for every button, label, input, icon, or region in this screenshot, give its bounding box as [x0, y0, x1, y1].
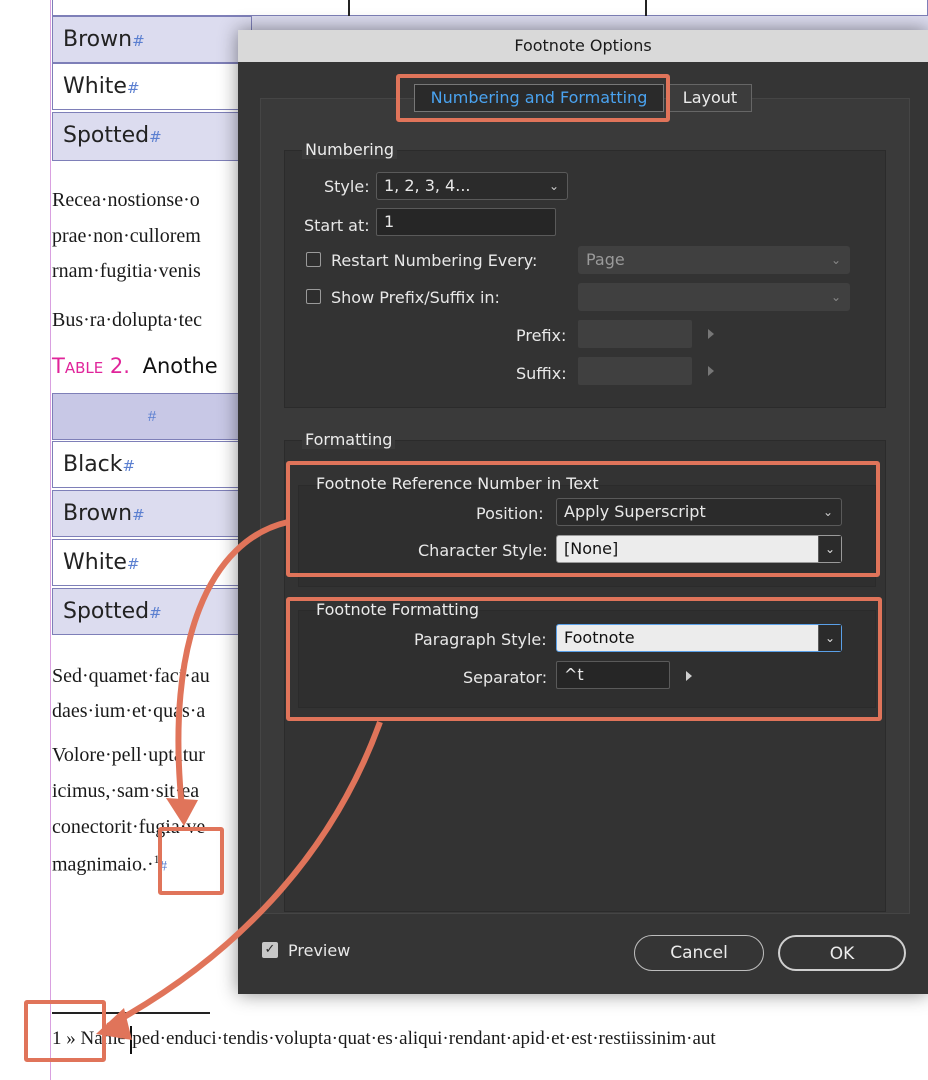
margin-guide — [50, 0, 51, 1080]
chevron-down-icon: ⌄ — [830, 290, 841, 304]
chevron-down-icon: ⌄ — [548, 179, 559, 193]
style-label: Style: — [324, 177, 370, 196]
restart-numbering-select[interactable]: Page ⌄ — [578, 246, 850, 274]
preview-label: Preview — [288, 941, 351, 960]
restart-numbering-label: Restart Numbering Every: — [331, 251, 538, 270]
table-row: Brown# — [52, 16, 252, 63]
table-row: White# — [52, 539, 252, 586]
table-caption-label: Table 2. — [52, 354, 130, 378]
numbering-section-label: Numbering — [302, 140, 398, 159]
style-select[interactable]: 1, 2, 3, 4... ⌄ — [376, 172, 568, 200]
highlight-box-reference-number — [286, 461, 880, 577]
body-text-line: magnimaio.·1# — [52, 852, 168, 876]
body-text-line: prae·non·cullorem — [52, 225, 201, 247]
formatting-section-label: Formatting — [302, 430, 396, 449]
table-caption-text: Anothe — [142, 354, 218, 378]
preview-checkbox[interactable]: ✓ — [262, 942, 278, 958]
prefix-menu-arrow-icon[interactable] — [708, 329, 714, 339]
table-top-row-remnant — [52, 0, 928, 16]
table-row: White# — [52, 63, 252, 110]
ok-button[interactable]: OK — [778, 935, 906, 971]
body-text-line: daes·ium·et·quas·a — [52, 700, 206, 722]
show-prefix-suffix-label: Show Prefix/Suffix in: — [331, 288, 500, 307]
highlight-box-tabs — [396, 74, 670, 122]
body-text-line: Sed·quamet·faci·au — [52, 665, 210, 687]
highlight-box-superscript-ref — [158, 827, 224, 895]
suffix-label: Suffix: — [516, 364, 567, 383]
footnote-text: 1 » Name·ped·enduci·tendis·volupta·quat·… — [52, 1028, 716, 1049]
body-text-line: rnam·fugitia·venis — [52, 260, 201, 282]
table-row: Brown# — [52, 490, 252, 537]
table-caption: Table 2. Anothe — [52, 354, 218, 378]
body-text-line: Bus·ra·dolupta·tec — [52, 309, 202, 331]
prefix-field[interactable] — [578, 320, 692, 348]
show-prefix-suffix-select[interactable]: ⌄ — [578, 283, 850, 311]
show-prefix-suffix-checkbox[interactable] — [306, 289, 321, 304]
tab-layout[interactable]: Layout — [668, 84, 752, 112]
highlight-box-footnote-formatting — [286, 597, 882, 721]
text-cursor — [130, 1026, 132, 1054]
highlight-box-footnote-number — [24, 1000, 106, 1062]
suffix-field[interactable] — [578, 357, 692, 385]
start-at-field[interactable]: 1 — [376, 208, 556, 236]
body-text-line: Recea·nostionse·o — [52, 189, 200, 211]
cancel-button[interactable]: Cancel — [634, 935, 764, 971]
start-at-label: Start at: — [304, 216, 370, 235]
table2-header: # — [52, 393, 252, 440]
table-row: Spotted# — [52, 588, 252, 635]
suffix-menu-arrow-icon[interactable] — [708, 366, 714, 376]
table-row: Spotted# — [52, 112, 252, 161]
body-text-line: icimus,·sam·sit·ea — [52, 780, 200, 802]
prefix-label: Prefix: — [516, 326, 567, 345]
restart-numbering-checkbox[interactable] — [306, 252, 321, 267]
dialog-title: Footnote Options — [238, 30, 928, 62]
table-row: Black# — [52, 441, 252, 488]
body-text-line: Volore·pell·uptatur — [52, 744, 205, 766]
chevron-down-icon: ⌄ — [830, 253, 841, 267]
